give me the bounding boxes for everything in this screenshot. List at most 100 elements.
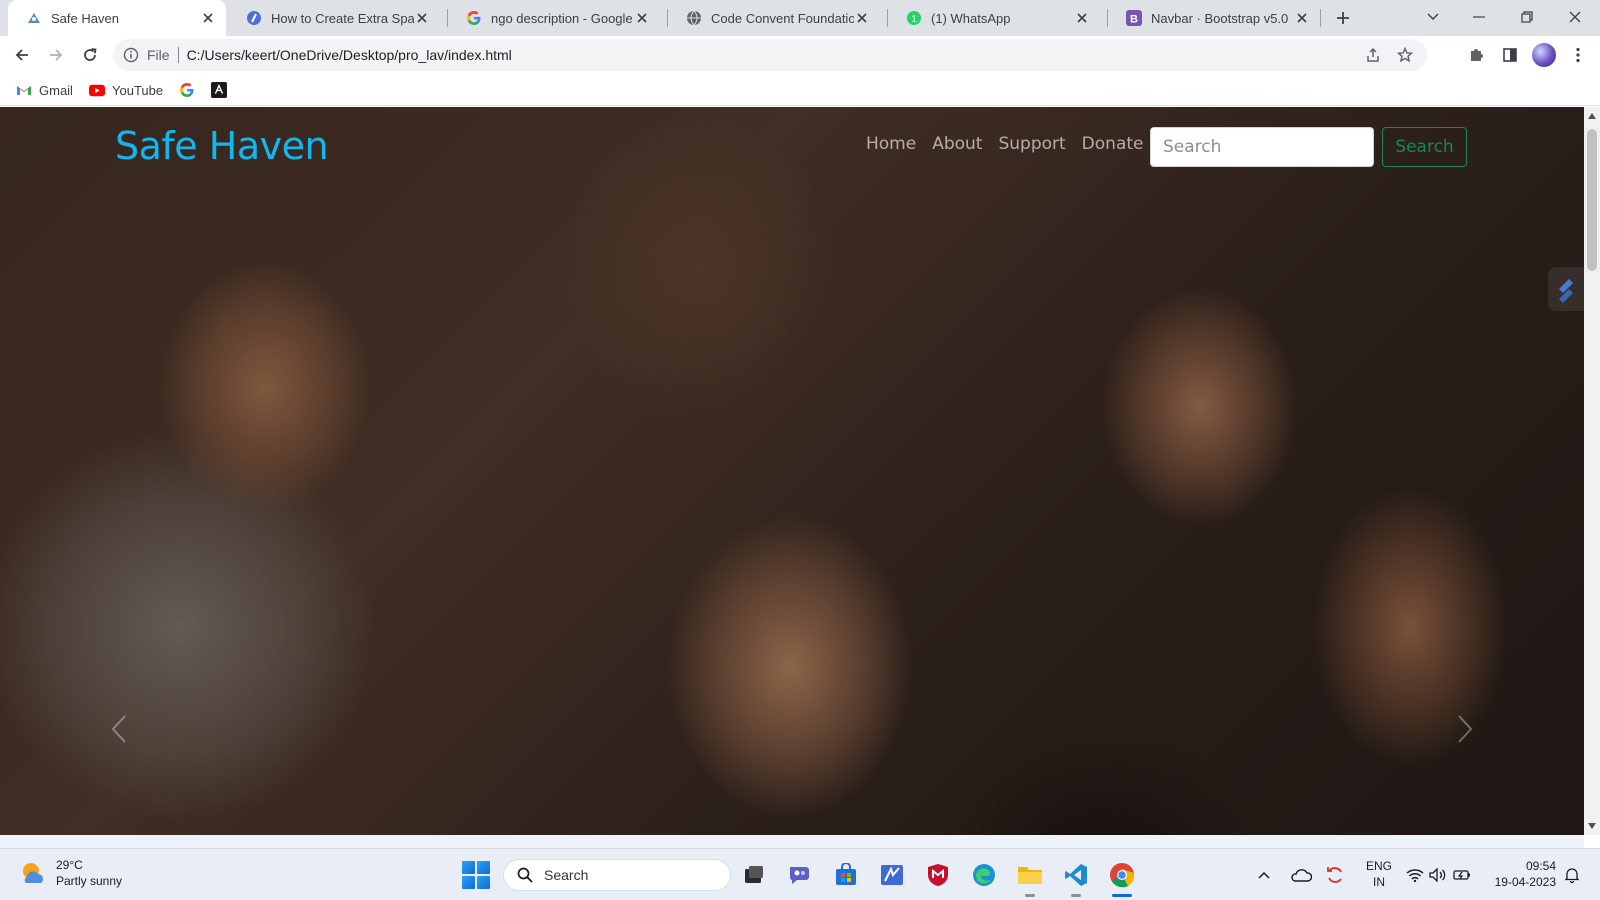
info-icon[interactable] bbox=[123, 47, 139, 63]
youtube-icon bbox=[89, 82, 105, 98]
mcafee-icon[interactable] bbox=[922, 859, 954, 891]
address-bar[interactable]: File C:/Users/keert/OneDrive/Desktop/pro… bbox=[113, 39, 1427, 71]
file-explorer-icon[interactable] bbox=[1014, 859, 1046, 897]
scroll-down-icon[interactable] bbox=[1584, 819, 1600, 833]
url-text[interactable]: C:/Users/keert/OneDrive/Desktop/pro_lav/… bbox=[187, 47, 512, 63]
page-scrollbar[interactable] bbox=[1584, 107, 1600, 835]
running-indicator bbox=[1025, 894, 1035, 897]
forward-button[interactable] bbox=[40, 39, 72, 71]
tab-title: ngo description - Google Se bbox=[491, 10, 634, 26]
tab-separator bbox=[1320, 9, 1321, 27]
side-panel-icon[interactable] bbox=[1494, 39, 1526, 71]
sync-icon[interactable] bbox=[1324, 863, 1346, 887]
nav-home-link[interactable]: Home bbox=[866, 134, 916, 154]
nav-support-link[interactable]: Support bbox=[998, 134, 1065, 154]
page-bottom-strip bbox=[0, 835, 1584, 848]
page-viewport: Safe Haven Home About Support Donate Sea… bbox=[0, 107, 1584, 835]
weather-temp: 29°C bbox=[56, 858, 83, 872]
onedrive-icon[interactable] bbox=[1290, 863, 1312, 887]
chrome-icon[interactable] bbox=[1106, 859, 1138, 897]
task-view-icon[interactable] bbox=[738, 859, 770, 891]
tab-title: Navbar · Bootstrap v5.0 bbox=[1151, 10, 1289, 26]
gmail-icon bbox=[16, 82, 32, 98]
site-brand[interactable]: Safe Haven bbox=[115, 124, 329, 168]
tab-strip: Safe Haven How to Create Extra Space I n… bbox=[0, 0, 1600, 36]
wifi-icon[interactable] bbox=[1405, 863, 1425, 887]
close-window-button[interactable] bbox=[1552, 0, 1598, 34]
scrollbar-thumb[interactable] bbox=[1587, 129, 1597, 271]
battery-icon[interactable] bbox=[1452, 863, 1472, 887]
partly-sunny-icon bbox=[18, 859, 46, 887]
share-icon[interactable] bbox=[1357, 39, 1389, 71]
tab-stack-article[interactable]: How to Create Extra Space I bbox=[228, 0, 440, 36]
start-button[interactable] bbox=[462, 861, 490, 889]
minimize-button[interactable] bbox=[1456, 0, 1502, 34]
system-clock[interactable]: 09:54 19-04-2023 bbox=[1488, 858, 1556, 890]
restore-button[interactable] bbox=[1504, 0, 1550, 34]
profile-avatar[interactable] bbox=[1528, 39, 1560, 71]
store-icon[interactable] bbox=[830, 859, 862, 891]
tab-title: Safe Haven bbox=[51, 10, 119, 26]
back-button[interactable] bbox=[6, 39, 38, 71]
close-tab-icon[interactable] bbox=[414, 10, 430, 26]
vscode-icon[interactable] bbox=[1060, 859, 1092, 897]
search-icon bbox=[516, 866, 534, 884]
site-search-button[interactable]: Search bbox=[1382, 127, 1467, 167]
extensions-puzzle-icon[interactable] bbox=[1460, 39, 1492, 71]
svg-text:B: B bbox=[1130, 14, 1138, 26]
bookmark-label: YouTube bbox=[112, 82, 164, 98]
site-search-input[interactable] bbox=[1150, 127, 1374, 167]
weather-widget[interactable]: 29°C Partly sunny bbox=[18, 857, 122, 889]
menu-kebab-icon[interactable] bbox=[1562, 39, 1594, 71]
scroll-up-icon[interactable] bbox=[1584, 109, 1600, 123]
avatar bbox=[1532, 43, 1556, 67]
globe-favicon-icon bbox=[686, 10, 702, 26]
tab-search-button[interactable] bbox=[1410, 0, 1456, 34]
close-tab-icon[interactable] bbox=[1074, 10, 1090, 26]
running-indicator bbox=[1071, 894, 1081, 897]
show-hidden-icons-chevron-icon[interactable] bbox=[1256, 863, 1272, 887]
google-favicon-icon bbox=[466, 10, 482, 26]
carousel-prev-icon[interactable] bbox=[106, 709, 132, 749]
notifications-icon[interactable] bbox=[1562, 863, 1582, 887]
bookmark-youtube[interactable]: YouTube bbox=[89, 80, 163, 100]
tab-safe-haven[interactable]: Safe Haven bbox=[8, 0, 226, 36]
reload-button[interactable] bbox=[74, 39, 106, 71]
active-indicator bbox=[1112, 894, 1132, 897]
bookmark-app[interactable] bbox=[211, 80, 234, 100]
google-icon bbox=[179, 82, 195, 98]
stack-favicon-icon bbox=[246, 10, 262, 26]
tab-title: Code Convent Foundation bbox=[711, 10, 854, 26]
start-tile bbox=[462, 876, 475, 889]
tab-title: (1) WhatsApp bbox=[931, 10, 1011, 26]
new-tab-button[interactable] bbox=[1331, 6, 1355, 30]
tab-bootstrap-navbar[interactable]: B Navbar · Bootstrap v5.0 bbox=[1108, 0, 1320, 36]
whatsapp-favicon-icon: 1 bbox=[906, 10, 922, 26]
language-indicator[interactable]: ENG IN bbox=[1364, 858, 1394, 890]
floating-extension-icon[interactable] bbox=[1548, 267, 1584, 311]
nav-donate-link[interactable]: Donate bbox=[1082, 134, 1144, 154]
close-tab-icon[interactable] bbox=[200, 10, 216, 26]
nav-about-link[interactable]: About bbox=[932, 134, 982, 154]
clock-date: 19-04-2023 bbox=[1494, 875, 1556, 889]
bookmark-app-icon bbox=[211, 82, 227, 98]
start-tile bbox=[477, 861, 490, 874]
carousel-next-icon[interactable] bbox=[1452, 709, 1478, 749]
tab-code-convent[interactable]: Code Convent Foundation bbox=[668, 0, 880, 36]
taskbar-search[interactable]: Search bbox=[503, 859, 731, 891]
bookmark-star-icon[interactable] bbox=[1389, 39, 1421, 71]
bookmark-gmail[interactable]: Gmail bbox=[16, 80, 73, 100]
tab-google-search[interactable]: ngo description - Google Se bbox=[448, 0, 660, 36]
edge-icon[interactable] bbox=[968, 859, 1000, 891]
close-tab-icon[interactable] bbox=[634, 10, 650, 26]
region-code: IN bbox=[1373, 875, 1385, 889]
pen-app-icon[interactable] bbox=[876, 859, 908, 891]
close-tab-icon[interactable] bbox=[854, 10, 870, 26]
close-tab-icon[interactable] bbox=[1294, 10, 1310, 26]
taskbar-search-label: Search bbox=[544, 867, 589, 883]
teams-chat-icon[interactable] bbox=[784, 859, 816, 891]
volume-icon[interactable] bbox=[1428, 863, 1448, 887]
tab-whatsapp[interactable]: 1 (1) WhatsApp bbox=[888, 0, 1100, 36]
start-tile bbox=[462, 861, 475, 874]
bookmark-google[interactable] bbox=[179, 80, 202, 100]
